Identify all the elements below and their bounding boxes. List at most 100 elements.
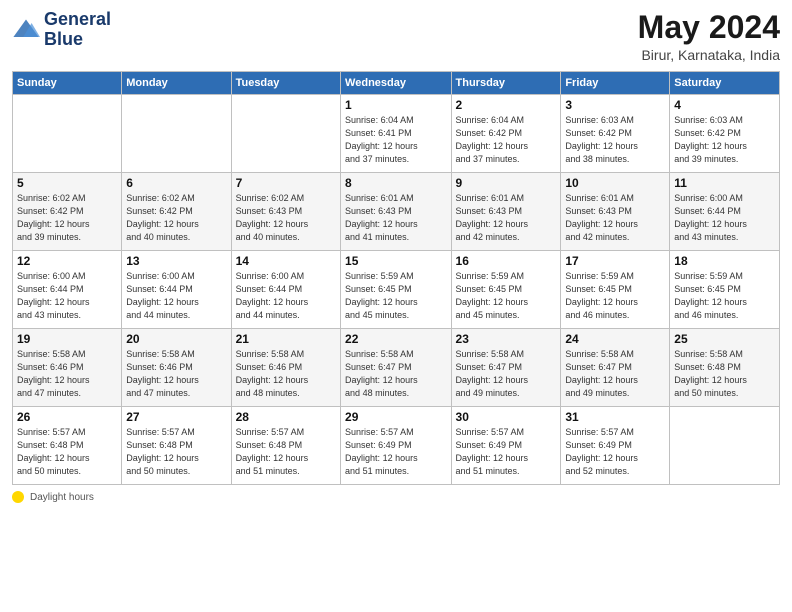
day-number: 16 xyxy=(456,254,557,268)
logo-text: General Blue xyxy=(44,10,111,50)
day-number: 6 xyxy=(126,176,226,190)
col-header-sunday: Sunday xyxy=(13,72,122,95)
calendar-subtitle: Birur, Karnataka, India xyxy=(638,47,780,63)
day-info: Sunrise: 5:59 AM Sunset: 6:45 PM Dayligh… xyxy=(456,270,557,322)
day-cell: 9Sunrise: 6:01 AM Sunset: 6:43 PM Daylig… xyxy=(451,173,561,251)
day-info: Sunrise: 5:59 AM Sunset: 6:45 PM Dayligh… xyxy=(565,270,665,322)
day-info: Sunrise: 6:03 AM Sunset: 6:42 PM Dayligh… xyxy=(674,114,775,166)
day-info: Sunrise: 5:57 AM Sunset: 6:48 PM Dayligh… xyxy=(236,426,336,478)
day-cell: 3 Sunrise: 6:03 AM Sunset: 6:42 PM Daylig… xyxy=(561,95,670,173)
header-row: SundayMondayTuesdayWednesdayThursdayFrid… xyxy=(13,72,780,95)
day-cell xyxy=(670,407,780,485)
day-number: 20 xyxy=(126,332,226,346)
day-info: Sunrise: 5:58 AM Sunset: 6:46 PM Dayligh… xyxy=(236,348,336,400)
day-info: Sunrise: 6:04 AM Sunset: 6:42 PM Dayligh… xyxy=(456,114,557,166)
day-cell: 22 Sunrise: 5:58 AM Sunset: 6:47 PM Dayli… xyxy=(341,329,451,407)
day-number: 11 xyxy=(674,176,775,190)
day-number: 1 xyxy=(345,98,446,112)
day-info: Sunrise: 5:59 AM Sunset: 6:45 PM Dayligh… xyxy=(345,270,446,322)
day-cell: 31Sunrise: 5:57 AM Sunset: 6:49 PM Dayli… xyxy=(561,407,670,485)
col-header-tuesday: Tuesday xyxy=(231,72,340,95)
day-number: 22 xyxy=(345,332,446,346)
week-row-3: 12 Sunrise: 6:00 AM Sunset: 6:44 PM Dayli… xyxy=(13,251,780,329)
day-number: 15 xyxy=(345,254,446,268)
day-info: Sunrise: 5:58 AM Sunset: 6:46 PM Dayligh… xyxy=(126,348,226,400)
day-number: 4 xyxy=(674,98,775,112)
day-cell: 19Sunrise: 5:58 AM Sunset: 6:46 PM Dayli… xyxy=(13,329,122,407)
day-info: Sunrise: 6:04 AM Sunset: 6:41 PM Dayligh… xyxy=(345,114,446,166)
day-cell: 8 Sunrise: 6:01 AM Sunset: 6:43 PM Daylig… xyxy=(341,173,451,251)
calendar-title: May 2024 xyxy=(638,10,780,45)
legend-label: Daylight hours xyxy=(30,492,94,503)
footer-note: Daylight hours xyxy=(12,491,780,503)
week-row-4: 19 Sunrise: 5:58 AM Sunset: 6:46 PM Dayli… xyxy=(13,329,780,407)
logo: General Blue xyxy=(12,10,111,50)
day-number: 3 xyxy=(565,98,665,112)
day-cell: 11 Sunrise: 6:00 AM Sunset: 6:44 PM Dayli… xyxy=(670,173,780,251)
day-info: Sunrise: 6:01 AM Sunset: 6:43 PM Dayligh… xyxy=(565,192,665,244)
day-cell: 18Sunrise: 5:59 AM Sunset: 6:45 PM Dayli… xyxy=(670,251,780,329)
day-info: Sunrise: 5:57 AM Sunset: 6:49 PM Dayligh… xyxy=(456,426,557,478)
day-number: 28 xyxy=(236,410,336,424)
day-number: 25 xyxy=(674,332,775,346)
day-cell: 6 Sunrise: 6:02 AM Sunset: 6:42 PM Daylig… xyxy=(122,173,231,251)
day-number: 14 xyxy=(236,254,336,268)
day-cell: 14 Sunrise: 6:00 AM Sunset: 6:44 PM Dayli… xyxy=(231,251,340,329)
day-number: 5 xyxy=(17,176,117,190)
day-number: 26 xyxy=(17,410,117,424)
day-info: Sunrise: 5:58 AM Sunset: 6:47 PM Dayligh… xyxy=(345,348,446,400)
day-info: Sunrise: 6:00 AM Sunset: 6:44 PM Dayligh… xyxy=(236,270,336,322)
page: General Blue May 2024 Birur, Karnataka, … xyxy=(0,0,792,612)
day-number: 24 xyxy=(565,332,665,346)
day-number: 29 xyxy=(345,410,446,424)
day-cell: 29 Sunrise: 5:57 AM Sunset: 6:49 PM Dayli… xyxy=(341,407,451,485)
day-cell: 24 Sunrise: 5:58 AM Sunset: 6:47 PM Dayli… xyxy=(561,329,670,407)
day-cell: 12 Sunrise: 6:00 AM Sunset: 6:44 PM Dayli… xyxy=(13,251,122,329)
day-info: Sunrise: 6:00 AM Sunset: 6:44 PM Dayligh… xyxy=(126,270,226,322)
day-cell: 5 Sunrise: 6:02 AM Sunset: 6:42 PM Daylig… xyxy=(13,173,122,251)
day-cell: 25 Sunrise: 5:58 AM Sunset: 6:48 PM Dayli… xyxy=(670,329,780,407)
day-cell: 7Sunrise: 6:02 AM Sunset: 6:43 PM Daylig… xyxy=(231,173,340,251)
day-number: 12 xyxy=(17,254,117,268)
day-info: Sunrise: 6:03 AM Sunset: 6:42 PM Dayligh… xyxy=(565,114,665,166)
day-cell: 16 Sunrise: 5:59 AM Sunset: 6:45 PM Dayli… xyxy=(451,251,561,329)
day-cell: 2Sunrise: 6:04 AM Sunset: 6:42 PM Daylig… xyxy=(451,95,561,173)
col-header-friday: Friday xyxy=(561,72,670,95)
day-info: Sunrise: 5:59 AM Sunset: 6:45 PM Dayligh… xyxy=(674,270,775,322)
day-number: 9 xyxy=(456,176,557,190)
day-number: 13 xyxy=(126,254,226,268)
day-cell: 10Sunrise: 6:01 AM Sunset: 6:43 PM Dayli… xyxy=(561,173,670,251)
title-block: May 2024 Birur, Karnataka, India xyxy=(638,10,780,63)
day-cell: 26 Sunrise: 5:57 AM Sunset: 6:48 PM Dayli… xyxy=(13,407,122,485)
day-info: Sunrise: 5:57 AM Sunset: 6:48 PM Dayligh… xyxy=(126,426,226,478)
day-cell xyxy=(122,95,231,173)
day-info: Sunrise: 6:02 AM Sunset: 6:42 PM Dayligh… xyxy=(17,192,117,244)
day-number: 27 xyxy=(126,410,226,424)
day-info: Sunrise: 5:57 AM Sunset: 6:49 PM Dayligh… xyxy=(345,426,446,478)
logo-icon xyxy=(12,16,40,44)
col-header-monday: Monday xyxy=(122,72,231,95)
day-number: 23 xyxy=(456,332,557,346)
day-cell: 23Sunrise: 5:58 AM Sunset: 6:47 PM Dayli… xyxy=(451,329,561,407)
day-info: Sunrise: 6:00 AM Sunset: 6:44 PM Dayligh… xyxy=(674,192,775,244)
day-number: 8 xyxy=(345,176,446,190)
day-info: Sunrise: 5:58 AM Sunset: 6:47 PM Dayligh… xyxy=(565,348,665,400)
day-cell: 21Sunrise: 5:58 AM Sunset: 6:46 PM Dayli… xyxy=(231,329,340,407)
day-cell: 17 Sunrise: 5:59 AM Sunset: 6:45 PM Dayli… xyxy=(561,251,670,329)
col-header-saturday: Saturday xyxy=(670,72,780,95)
legend-dot xyxy=(12,491,24,503)
day-info: Sunrise: 5:57 AM Sunset: 6:48 PM Dayligh… xyxy=(17,426,117,478)
calendar-table: SundayMondayTuesdayWednesdayThursdayFrid… xyxy=(12,71,780,485)
day-info: Sunrise: 6:00 AM Sunset: 6:44 PM Dayligh… xyxy=(17,270,117,322)
header: General Blue May 2024 Birur, Karnataka, … xyxy=(12,10,780,63)
day-cell: 15 Sunrise: 5:59 AM Sunset: 6:45 PM Dayli… xyxy=(341,251,451,329)
day-info: Sunrise: 6:01 AM Sunset: 6:43 PM Dayligh… xyxy=(345,192,446,244)
day-info: Sunrise: 6:02 AM Sunset: 6:42 PM Dayligh… xyxy=(126,192,226,244)
day-number: 17 xyxy=(565,254,665,268)
week-row-1: 1 Sunrise: 6:04 AM Sunset: 6:41 PM Daylig… xyxy=(13,95,780,173)
day-info: Sunrise: 5:58 AM Sunset: 6:48 PM Dayligh… xyxy=(674,348,775,400)
day-number: 19 xyxy=(17,332,117,346)
day-info: Sunrise: 5:57 AM Sunset: 6:49 PM Dayligh… xyxy=(565,426,665,478)
col-header-wednesday: Wednesday xyxy=(341,72,451,95)
day-number: 30 xyxy=(456,410,557,424)
